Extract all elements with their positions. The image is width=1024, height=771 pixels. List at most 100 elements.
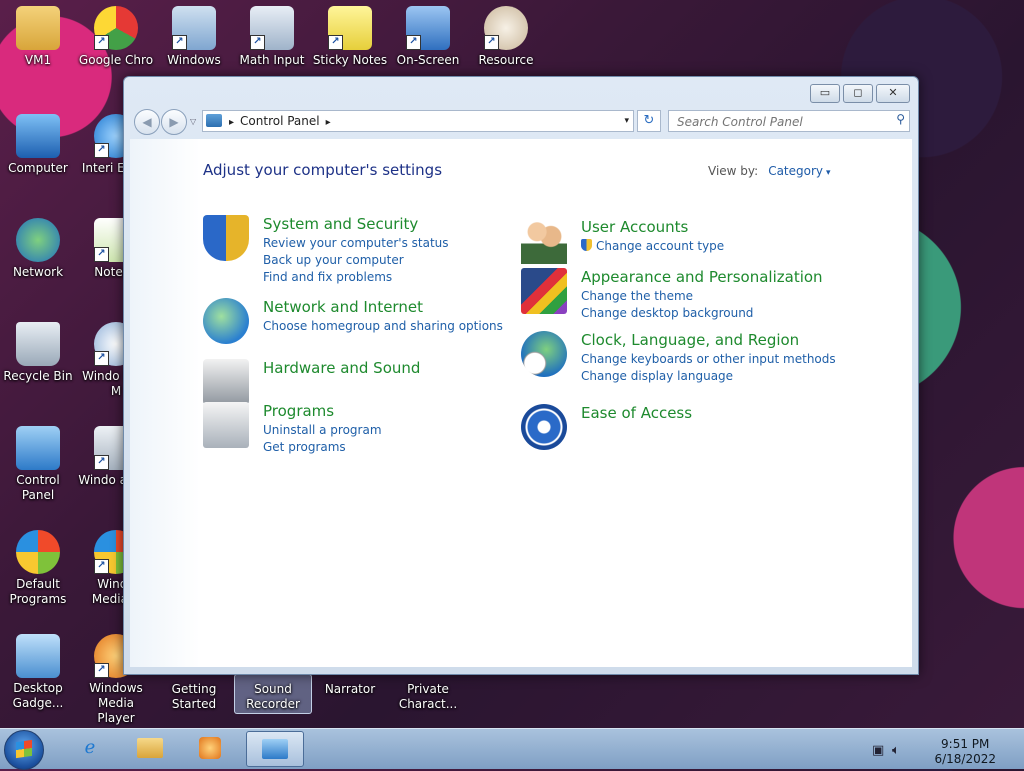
navigation-bar: ◀ ▶ ▽ ▸ Control Panel ▸ ▾ ↻ ⚲ (132, 107, 910, 137)
system-tray: ▣ 🔈︎ 9:51 PM 6/18/2022 (872, 733, 1012, 767)
desktop-icon-vm1[interactable]: VM1 (0, 6, 76, 68)
control-panel-icon (262, 739, 288, 759)
category-title[interactable]: Clock, Language, and Region (581, 331, 799, 349)
category-title[interactable]: Ease of Access (581, 404, 692, 422)
link-uninstall[interactable]: Uninstall a program (263, 422, 382, 439)
uac-shield-icon (581, 239, 592, 251)
category-title[interactable]: System and Security (263, 215, 418, 233)
desktop-icon-recycle-bin[interactable]: Recycle Bin (0, 322, 76, 384)
folder-icon (16, 6, 60, 50)
minimize-button[interactable]: ▭ (810, 84, 840, 103)
maximize-button[interactable]: ◻ (843, 84, 873, 103)
desktop-icon-sticky-notes[interactable]: ↗ Sticky Notes (312, 6, 388, 68)
printer-speaker-icon (203, 359, 249, 405)
control-panel-icon (16, 426, 60, 470)
chrome-icon: ↗ (94, 6, 138, 50)
link-homegroup[interactable]: Choose homegroup and sharing options (263, 318, 503, 335)
media-player-icon (199, 737, 221, 759)
desktop-icon-resource-monitor[interactable]: ↗ Resource (468, 6, 544, 68)
link-get-programs[interactable]: Get programs (263, 439, 382, 456)
link-change-display-language[interactable]: Change display language (581, 368, 836, 385)
control-panel-icon (206, 114, 222, 127)
clock-date: 6/18/2022 (934, 752, 996, 766)
desktop-icon-narrator[interactable]: Narrator (312, 674, 388, 697)
category-title[interactable]: User Accounts (581, 218, 688, 236)
category-title[interactable]: Hardware and Sound (263, 359, 420, 377)
users-icon (521, 218, 567, 264)
desktop-icon-math-input[interactable]: ↗ Math Input (234, 6, 310, 68)
refresh-button[interactable]: ↻ (637, 110, 661, 132)
breadcrumb-arrow-end[interactable]: ▸ (326, 117, 331, 128)
network-tray-icon[interactable]: ▣ (872, 743, 884, 758)
network-globe-icon (203, 298, 249, 344)
address-bar[interactable]: ▸ Control Panel ▸ ▾ (202, 110, 634, 132)
start-button[interactable] (4, 730, 44, 770)
appearance-icon (521, 268, 567, 314)
view-by-arrow-icon[interactable]: ▾ (826, 168, 831, 178)
desktop-icon-getting-started[interactable]: Getting Started (156, 674, 232, 712)
link-review-status[interactable]: Review your computer's status (263, 235, 449, 252)
breadcrumb: ▸ Control Panel ▸ (229, 111, 331, 133)
computer-icon (16, 114, 60, 158)
keyboard-icon: ↗ (406, 6, 450, 50)
desktop-icon-control-panel[interactable]: Control Panel (0, 426, 76, 503)
back-button[interactable]: ◀ (134, 109, 160, 135)
search-box[interactable]: ⚲ (668, 110, 910, 132)
desktop-icon-on-screen-keyboard[interactable]: ↗ On-Screen (390, 6, 466, 68)
desktop-icon-sound-recorder[interactable]: Sound Recorder (234, 674, 312, 714)
breadcrumb-arrow[interactable]: ▸ (229, 117, 234, 128)
link-change-account-type[interactable]: Change account type (581, 238, 724, 255)
programs-icon (203, 402, 249, 448)
category-title[interactable]: Appearance and Personalization (581, 268, 823, 286)
taskbar-windows-explorer[interactable] (122, 731, 178, 765)
view-by-dropdown[interactable]: Category (768, 164, 823, 178)
category-links: Choose homegroup and sharing options (263, 318, 503, 335)
category-links: Review your computer's status Back up yo… (263, 235, 449, 286)
category-links: Change account type (581, 238, 724, 255)
ease-of-access-icon (521, 404, 567, 450)
forward-button[interactable]: ▶ (161, 109, 187, 135)
clock[interactable]: 9:51 PM 6/18/2022 (934, 737, 996, 767)
taskbar-media-player[interactable] (182, 731, 238, 765)
folder-icon (137, 738, 163, 758)
link-find-fix[interactable]: Find and fix problems (263, 269, 449, 286)
search-input[interactable] (675, 112, 879, 132)
network-globe-icon (16, 218, 60, 262)
category-links: Change keyboards or other input methods … (581, 351, 836, 385)
link-change-keyboards[interactable]: Change keyboards or other input methods (581, 351, 836, 368)
ie-icon: ℯ (84, 737, 96, 758)
volume-tray-icon[interactable]: 🔈︎ (892, 743, 900, 758)
address-dropdown-icon[interactable]: ▾ (624, 111, 629, 131)
desktop-icon-google-chrome[interactable]: ↗ Google Chro (78, 6, 154, 68)
sticky-notes-icon: ↗ (328, 6, 372, 50)
recycle-bin-icon (16, 322, 60, 366)
desktop-icon-computer[interactable]: Computer (0, 114, 76, 176)
desktop-icon-default-programs[interactable]: Default Programs (0, 530, 76, 607)
default-programs-icon (16, 530, 60, 574)
view-by: View by: Category ▾ (708, 164, 831, 178)
category-links: Change the theme Change desktop backgrou… (581, 288, 753, 322)
shield-icon (203, 215, 249, 261)
close-button[interactable]: ✕ (876, 84, 910, 103)
breadcrumb-control-panel[interactable]: Control Panel (240, 114, 320, 128)
content-area: Adjust your computer's settings View by:… (130, 139, 912, 667)
page-title: Adjust your computer's settings (203, 161, 443, 179)
desktop-icon-desktop-gadgets[interactable]: Desktop Gadge... (0, 634, 76, 711)
control-panel-window: ▭ ◻ ✕ ◀ ▶ ▽ ▸ Control Panel ▸ ▾ ↻ ⚲ Adjust… (123, 76, 919, 675)
link-back-up[interactable]: Back up your computer (263, 252, 449, 269)
category-title[interactable]: Network and Internet (263, 298, 423, 316)
category-title[interactable]: Programs (263, 402, 334, 420)
link-change-background[interactable]: Change desktop background (581, 305, 753, 322)
math-input-icon: ↗ (250, 6, 294, 50)
recent-pages-dropdown[interactable]: ▽ (190, 117, 196, 126)
taskbar-control-panel[interactable] (246, 731, 304, 767)
desktop-icon-windows[interactable]: ↗ Windows (156, 6, 232, 68)
desktop-icon-private-character-editor[interactable]: Private Charact... (390, 674, 466, 712)
search-icon[interactable]: ⚲ (896, 112, 905, 126)
link-change-theme[interactable]: Change the theme (581, 288, 753, 305)
windows-icon: ↗ (172, 6, 216, 50)
view-by-label: View by: (708, 164, 759, 178)
gauge-icon: ↗ (484, 6, 528, 50)
taskbar-internet-explorer[interactable]: ℯ (62, 731, 118, 765)
desktop-icon-network[interactable]: Network (0, 218, 76, 280)
